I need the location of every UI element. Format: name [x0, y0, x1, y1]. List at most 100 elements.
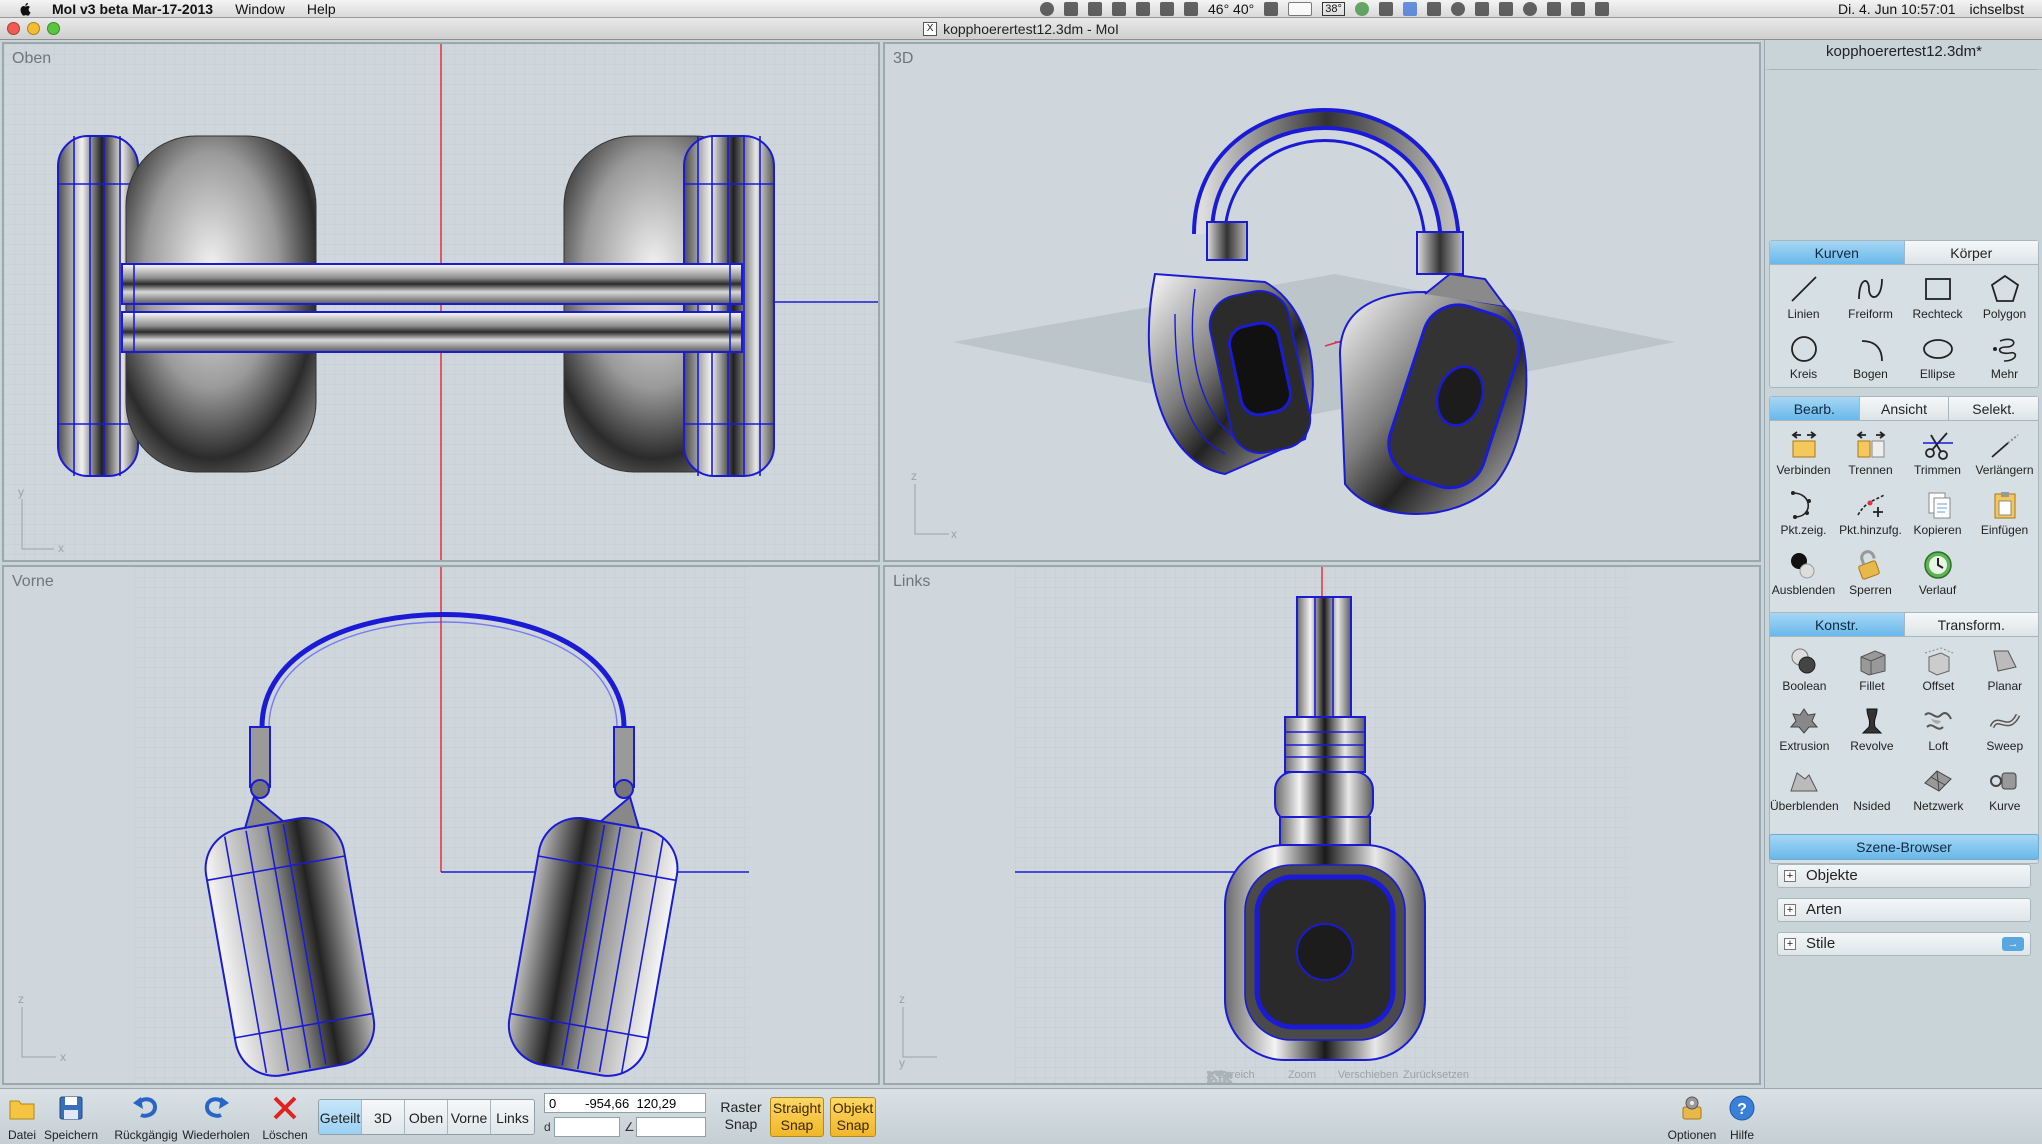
- ellipse-tool-button[interactable]: Ellipse: [1904, 327, 1971, 387]
- line-tool-button[interactable]: Linien: [1770, 267, 1837, 327]
- trim-tool-button[interactable]: Trimmen: [1904, 423, 1971, 483]
- left-view-canvas[interactable]: z y: [885, 567, 1759, 1083]
- planar-tool-button[interactable]: Planar: [1972, 639, 2038, 699]
- blend-tool-button[interactable]: Überblenden: [1770, 759, 1839, 819]
- cloud-status-icon[interactable]: [1474, 2, 1489, 16]
- archive-status-icon[interactable]: [1088, 2, 1102, 16]
- record-status-icon[interactable]: [1450, 2, 1465, 16]
- tab-bearb[interactable]: Bearb.: [1770, 397, 1860, 420]
- viewport-left[interactable]: z y Links Bereich Zoom Verschieben Zurüc…: [883, 565, 1761, 1085]
- freeform-tool-button[interactable]: Freiform: [1837, 267, 1904, 327]
- save-button[interactable]: Speichern: [42, 1093, 100, 1142]
- app-menu[interactable]: MoI v3 beta Mar-17-2013: [52, 1, 213, 17]
- tab-kurven[interactable]: Kurven: [1770, 241, 1905, 264]
- file-button[interactable]: Datei: [4, 1093, 40, 1142]
- polygon-tool-button[interactable]: Polygon: [1971, 267, 2038, 327]
- tab-ansicht[interactable]: Ansicht: [1859, 397, 1950, 420]
- more-curves-button[interactable]: Mehr: [1971, 327, 2038, 387]
- viewport-3d[interactable]: z x 3D: [883, 42, 1761, 562]
- join-tool-button[interactable]: Verbinden: [1770, 423, 1837, 483]
- globe-status-icon[interactable]: [1354, 2, 1369, 16]
- minimize-window-button[interactable]: [27, 22, 40, 35]
- view-front-button[interactable]: Vorne: [448, 1100, 491, 1134]
- film-status-icon[interactable]: [1160, 2, 1174, 16]
- extrusion-tool-button[interactable]: Extrusion: [1770, 699, 1839, 759]
- view-reset-button[interactable]: Zurücksetzen: [1207, 1069, 1469, 1082]
- delete-button[interactable]: Löschen: [260, 1093, 310, 1142]
- scene-item-styles[interactable]: + Stile →: [1777, 932, 2031, 956]
- battery-status-icon[interactable]: [1112, 2, 1126, 16]
- paste-tool-button[interactable]: Einfügen: [1971, 483, 2038, 543]
- viewport-label-front[interactable]: Vorne: [12, 573, 54, 591]
- extend-tool-button[interactable]: Verlängern: [1971, 423, 2038, 483]
- fillet-tool-button[interactable]: Fillet: [1839, 639, 1905, 699]
- expand-plus-icon[interactable]: +: [1784, 904, 1796, 916]
- view-pan-button[interactable]: Verschieben: [1207, 1069, 1399, 1083]
- offset-tool-button[interactable]: Offset: [1905, 639, 1971, 699]
- badge-status[interactable]: 38°: [1322, 2, 1345, 16]
- straight-snap-toggle[interactable]: Straight Snap: [770, 1097, 824, 1137]
- datetime-display[interactable]: Di. 4. Jun 10:57:01: [1838, 1, 1956, 17]
- view-split-button[interactable]: Geteilt: [319, 1100, 362, 1134]
- scene-item-objects[interactable]: + Objekte: [1777, 864, 2031, 888]
- add-point-tool-button[interactable]: Pkt.hinzufg.: [1837, 483, 1904, 543]
- curve-tool-button[interactable]: Kurve: [1972, 759, 2038, 819]
- front-view-canvas[interactable]: z x: [4, 567, 878, 1083]
- tab-selekt[interactable]: Selekt.: [1949, 397, 2039, 420]
- history-tool-button[interactable]: Verlauf: [1904, 543, 1971, 603]
- weather-status[interactable]: 46° 40°: [1208, 1, 1254, 17]
- time-machine-icon[interactable]: [1522, 2, 1537, 16]
- network-tool-button[interactable]: Netzwerk: [1905, 759, 1971, 819]
- distance-field[interactable]: [554, 1117, 620, 1137]
- usb-status-icon[interactable]: [1426, 2, 1441, 16]
- more-status-icon[interactable]: [1378, 2, 1393, 16]
- lock-tool-button[interactable]: Sperren: [1837, 543, 1904, 603]
- separate-tool-button[interactable]: Trennen: [1837, 423, 1904, 483]
- copy-tool-button[interactable]: Kopieren: [1904, 483, 1971, 543]
- grid-status-icon[interactable]: [1498, 2, 1513, 16]
- top-view-canvas[interactable]: y x: [4, 44, 878, 560]
- loft-tool-button[interactable]: Loft: [1905, 699, 1971, 759]
- search-status-icon[interactable]: [1064, 2, 1078, 16]
- d-status-icon[interactable]: [1184, 2, 1198, 16]
- grid-snap-toggle[interactable]: Raster Snap: [716, 1099, 766, 1133]
- view-3d-button[interactable]: 3D: [362, 1100, 405, 1134]
- volume-icon[interactable]: [1594, 2, 1609, 16]
- dots-status-icon[interactable]: [1264, 2, 1279, 16]
- apple-icon[interactable]: [18, 2, 34, 16]
- arc-tool-button[interactable]: Bogen: [1837, 327, 1904, 387]
- window-status-icon[interactable]: [1288, 2, 1313, 16]
- scene-item-types[interactable]: + Arten: [1777, 898, 2031, 922]
- bluetooth-icon[interactable]: [1546, 2, 1561, 16]
- xyz-coordinate-field[interactable]: [544, 1093, 706, 1113]
- viewport-label-3d[interactable]: 3D: [893, 50, 913, 68]
- viewport-label-left[interactable]: Links: [893, 573, 930, 591]
- menu-window[interactable]: Window: [235, 1, 285, 17]
- expand-plus-icon[interactable]: +: [1784, 938, 1796, 950]
- angle-field[interactable]: [636, 1117, 706, 1137]
- sweep-tool-button[interactable]: Sweep: [1972, 699, 2038, 759]
- help-button[interactable]: ? Hilfe: [1724, 1093, 1760, 1142]
- revolve-tool-button[interactable]: Revolve: [1839, 699, 1905, 759]
- view-zoom-button[interactable]: Zoom: [1207, 1069, 1333, 1083]
- undo-button[interactable]: Rückgängig: [110, 1093, 182, 1142]
- wifi-icon[interactable]: [1570, 2, 1585, 16]
- view-top-button[interactable]: Oben: [405, 1100, 448, 1134]
- circle-tool-button[interactable]: Kreis: [1770, 327, 1837, 387]
- view-left-button[interactable]: Links: [491, 1100, 534, 1134]
- hide-tool-button[interactable]: Ausblenden: [1770, 543, 1837, 603]
- user-menu[interactable]: ichselbst: [1970, 1, 2024, 17]
- boolean-tool-button[interactable]: Boolean: [1770, 639, 1839, 699]
- options-button[interactable]: Optionen: [1666, 1093, 1718, 1142]
- viewport-front[interactable]: z x Vorne: [2, 565, 880, 1085]
- object-snap-toggle[interactable]: Objekt Snap: [830, 1097, 876, 1137]
- close-window-button[interactable]: [7, 22, 20, 35]
- nsided-tool-button[interactable]: Nsided: [1839, 759, 1905, 819]
- rectangle-tool-button[interactable]: Rechteck: [1904, 267, 1971, 327]
- show-points-tool-button[interactable]: Pkt.zeig.: [1770, 483, 1837, 543]
- viewport-label-top[interactable]: Oben: [12, 50, 51, 68]
- menu-help[interactable]: Help: [307, 1, 336, 17]
- scene-browser-header[interactable]: Szene-Browser: [1769, 834, 2039, 860]
- gear-status-icon[interactable]: [1136, 2, 1150, 16]
- tab-konstr[interactable]: Konstr.: [1770, 613, 1905, 636]
